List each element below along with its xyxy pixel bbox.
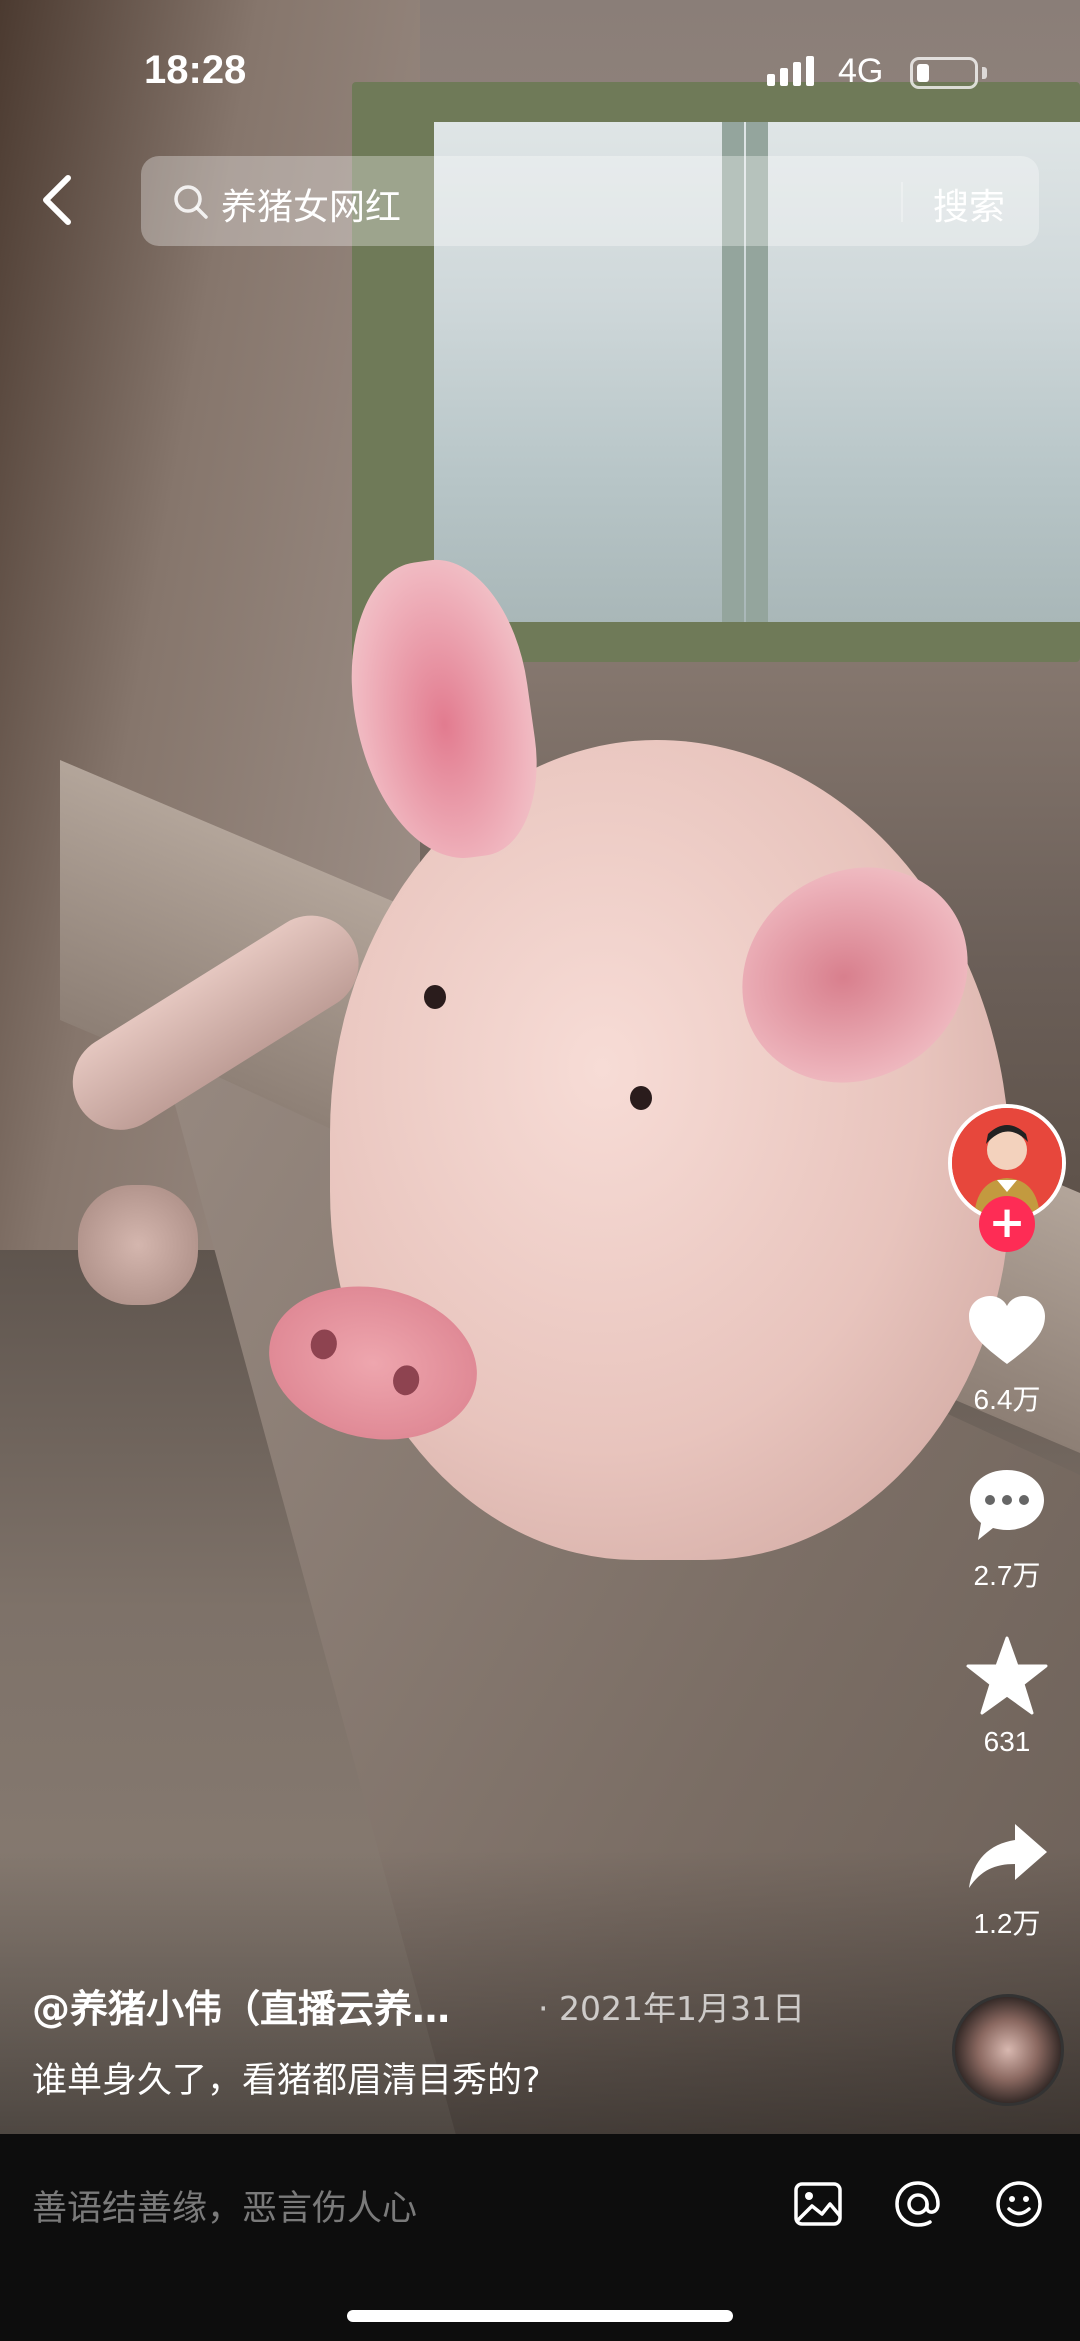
battery-icon <box>910 57 978 89</box>
video-player[interactable] <box>0 0 1080 2134</box>
comment-button[interactable]: 2.7万 <box>940 1466 1074 1594</box>
search-submit-button[interactable]: 搜索 <box>933 178 1005 230</box>
back-button[interactable] <box>34 170 86 230</box>
pig-eye <box>424 985 446 1009</box>
pig-eye <box>630 1086 652 1110</box>
pig-nostril <box>390 1362 422 1398</box>
network-type: 4G <box>838 52 884 90</box>
video-caption: 谁单身久了，看猪都眉清目秀的? <box>32 2061 541 2101</box>
home-indicator[interactable] <box>347 2310 733 2322</box>
like-count: 6.4万 <box>973 1384 1041 1415</box>
author-name[interactable]: @养猪小伟（直播云养… <box>32 1978 450 2033</box>
like-button[interactable]: 6.4万 <box>940 1292 1074 1418</box>
post-date: · 2021年1月31日 <box>538 1989 805 2028</box>
status-time: 18:28 <box>144 48 247 92</box>
signal-icon <box>767 56 814 86</box>
music-disc[interactable] <box>952 1994 1064 2106</box>
at-icon[interactable] <box>892 2178 944 2230</box>
search-divider <box>901 182 903 222</box>
speech-bubble-icon <box>970 1470 1044 1540</box>
search-query[interactable]: 养猪女网红 <box>221 178 401 230</box>
share-button[interactable]: 1.2万 <box>940 1820 1074 1942</box>
follow-button[interactable]: + <box>979 1196 1035 1252</box>
battery-tip <box>982 67 987 79</box>
search-icon <box>174 185 208 219</box>
comment-input[interactable]: 善语结善缘，恶言伤人心 <box>32 2180 417 2231</box>
favorite-button[interactable]: 631 <box>940 1636 1074 1758</box>
star-icon <box>966 1636 1048 1715</box>
emoji-icon[interactable] <box>993 2178 1045 2230</box>
search-bar[interactable]: 养猪女网红 搜索 <box>141 156 1039 246</box>
heart-icon <box>969 1296 1045 1364</box>
share-arrow-icon <box>969 1824 1047 1888</box>
favorite-count: 631 <box>983 1726 1031 1757</box>
pig-hoof <box>78 1185 198 1305</box>
comment-count: 2.7万 <box>973 1560 1041 1591</box>
share-count: 1.2万 <box>973 1908 1041 1939</box>
pig-nostril <box>307 1326 340 1362</box>
chevron-left-icon <box>43 175 71 225</box>
pig-body <box>330 740 1010 1560</box>
image-icon[interactable] <box>792 2178 844 2230</box>
